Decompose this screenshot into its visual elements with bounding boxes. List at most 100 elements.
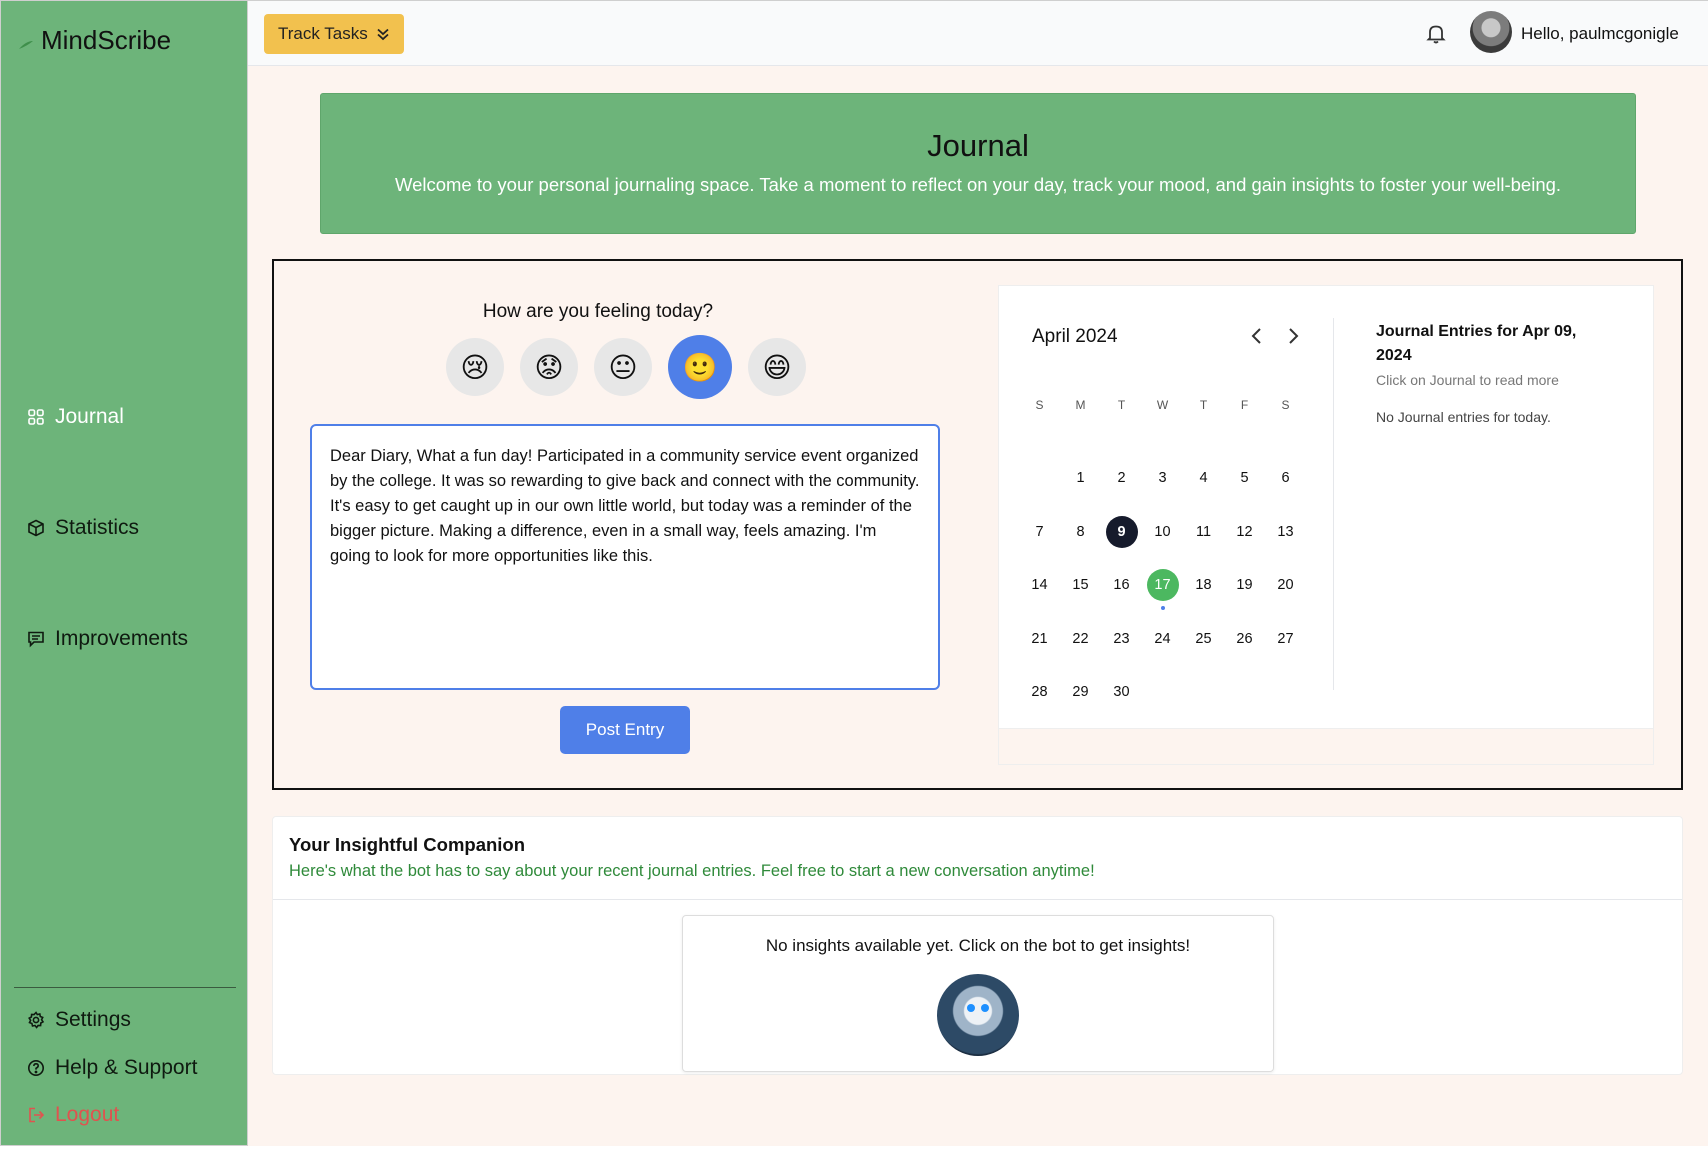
mood-very-happy-button[interactable]: 😄: [748, 338, 806, 396]
calendar-day[interactable]: 1: [1060, 452, 1101, 506]
calendar-day[interactable]: 16: [1101, 559, 1142, 613]
mood-happy-button[interactable]: 🙂: [668, 335, 732, 399]
calendar-day-number: 6: [1281, 470, 1290, 487]
message-icon: [28, 631, 44, 648]
calendar-day[interactable]: 30: [1101, 666, 1142, 720]
sidebar-item-help[interactable]: Help & Support: [27, 1056, 197, 1080]
calendar-weekday: S: [1281, 398, 1290, 412]
calendar-day-number: 5: [1240, 470, 1249, 487]
calendar-day-number: 22: [1072, 630, 1089, 647]
chevron-double-down-icon: [377, 28, 389, 41]
calendar-weekday: T: [1117, 398, 1126, 412]
calendar-day[interactable]: 7: [1019, 505, 1060, 559]
calendar-day[interactable]: 13: [1265, 505, 1306, 559]
calendar-day[interactable]: 23: [1101, 612, 1142, 666]
calendar-day-number: 20: [1277, 577, 1294, 594]
calendar-day-number: 4: [1199, 470, 1208, 487]
page-subtitle: Welcome to your personal journaling spac…: [394, 174, 1562, 195]
logout-icon: [29, 1107, 45, 1123]
calendar-day-number: 30: [1113, 684, 1130, 701]
sidebar-item-logout[interactable]: Logout: [27, 1103, 119, 1127]
track-tasks-button[interactable]: Track Tasks: [264, 14, 404, 54]
calendar-day-number: 15: [1072, 577, 1089, 594]
brand[interactable]: MindScribe: [19, 25, 171, 56]
user-greeting: Hello, paulmcgonigle: [1521, 24, 1679, 43]
mood-sad-button[interactable]: 😟: [520, 338, 578, 396]
calendar-divider: [1333, 318, 1334, 690]
calendar-card: April 2024 S M T W T F S 1 2 3 4 5 6 7 8 9 10 11 12 13 14 15 1…: [998, 285, 1654, 765]
calendar-day[interactable]: 3: [1142, 452, 1183, 506]
calendar-day[interactable]: 25: [1183, 612, 1224, 666]
sidebar-item-label: Settings: [55, 1008, 131, 1031]
chevron-left-icon[interactable]: [1247, 326, 1267, 346]
gear-icon: [28, 1011, 45, 1029]
sidebar-item-improvements[interactable]: Improvements: [27, 627, 188, 651]
calendar-day[interactable]: 17: [1142, 559, 1183, 613]
calendar-day-number: 3: [1158, 470, 1167, 487]
entries-empty-message: No Journal entries for today.: [1376, 409, 1551, 425]
calendar-day-number: 11: [1195, 523, 1212, 540]
insight-title: Your Insightful Companion: [289, 834, 526, 855]
insight-empty-message: No insights available yet. Click on the …: [765, 936, 1191, 955]
journal-entry-textarea[interactable]: [310, 424, 940, 690]
calendar-day[interactable]: 2: [1101, 452, 1142, 506]
calendar-day-number: 14: [1031, 577, 1048, 594]
calendar-day[interactable]: 12: [1224, 505, 1265, 559]
calendar-day[interactable]: 9: [1101, 505, 1142, 559]
mood-crying-button[interactable]: 😢: [446, 338, 504, 396]
sidebar-item-settings[interactable]: Settings: [27, 1008, 131, 1032]
sidebar-divider: [14, 987, 236, 988]
calendar-day-number: 16: [1113, 577, 1130, 594]
calendar-day[interactable]: 27: [1265, 612, 1306, 666]
calendar-day[interactable]: 4: [1183, 452, 1224, 506]
calendar-day[interactable]: 22: [1060, 612, 1101, 666]
calendar-day[interactable]: 6: [1265, 452, 1306, 506]
chevron-right-icon[interactable]: [1283, 326, 1303, 346]
calendar-day[interactable]: 20: [1265, 559, 1306, 613]
sidebar-item-label: Logout: [55, 1103, 120, 1126]
sidebar-item-statistics[interactable]: Statistics: [27, 516, 139, 540]
calendar-day-number: 26: [1236, 630, 1253, 647]
bell-icon[interactable]: [1424, 21, 1448, 45]
calendar-grid: S M T W T F S 1 2 3 4 5 6 7 8 9 10 11 12 13 14 15 16 17 18 19 20 21…: [1019, 398, 1306, 719]
calendar-day[interactable]: 29: [1060, 666, 1101, 720]
calendar-day[interactable]: 19: [1224, 559, 1265, 613]
calendar-card-footer: [999, 728, 1653, 764]
calendar-weekday: T: [1199, 398, 1208, 412]
calendar-day-number: 9: [1105, 515, 1138, 548]
calendar-day-number: 18: [1195, 577, 1212, 594]
calendar-day[interactable]: 11: [1183, 505, 1224, 559]
calendar-day[interactable]: 10: [1142, 505, 1183, 559]
robot-eye: [967, 1004, 975, 1012]
top-bar: Track Tasks Hello, paulmcgonigle: [248, 0, 1708, 66]
calendar-day[interactable]: 5: [1224, 452, 1265, 506]
insight-subtitle: Here's what the bot has to say about you…: [289, 862, 1095, 880]
post-entry-button[interactable]: Post Entry: [560, 706, 690, 754]
calendar-day[interactable]: 8: [1060, 505, 1101, 559]
calendar-day[interactable]: 26: [1224, 612, 1265, 666]
calendar-day-number: 13: [1277, 523, 1294, 540]
question-circle-icon: [28, 1060, 44, 1076]
sidebar-item-journal[interactable]: Journal: [27, 405, 124, 429]
sidebar-item-label: Journal: [55, 405, 124, 428]
calendar-day-number: 21: [1031, 630, 1048, 647]
calendar-day[interactable]: 28: [1019, 666, 1060, 720]
robot-icon[interactable]: [937, 974, 1019, 1056]
avatar[interactable]: [1470, 11, 1512, 53]
calendar-day[interactable]: 24: [1142, 612, 1183, 666]
track-tasks-label: Track Tasks: [278, 24, 368, 43]
grid-icon: [28, 409, 44, 425]
calendar-day-number: 10: [1154, 523, 1171, 540]
insight-card: Your Insightful Companion Here's what th…: [272, 816, 1683, 1075]
mood-neutral-button[interactable]: 😐: [594, 338, 652, 396]
calendar-weekday: W: [1156, 398, 1169, 412]
mood-selector: 😢 😟 😐 🙂 😄: [446, 335, 806, 399]
calendar-day[interactable]: 21: [1019, 612, 1060, 666]
journal-hero: Journal Welcome to your personal journal…: [320, 93, 1636, 234]
entries-title: Journal Entries for Apr 09, 2024: [1376, 323, 1577, 364]
calendar-day[interactable]: 18: [1183, 559, 1224, 613]
calendar-day[interactable]: 15: [1060, 559, 1101, 613]
entries-hint: Click on Journal to read more: [1376, 372, 1559, 388]
calendar-day[interactable]: 14: [1019, 559, 1060, 613]
page-title: Journal: [927, 128, 1029, 163]
